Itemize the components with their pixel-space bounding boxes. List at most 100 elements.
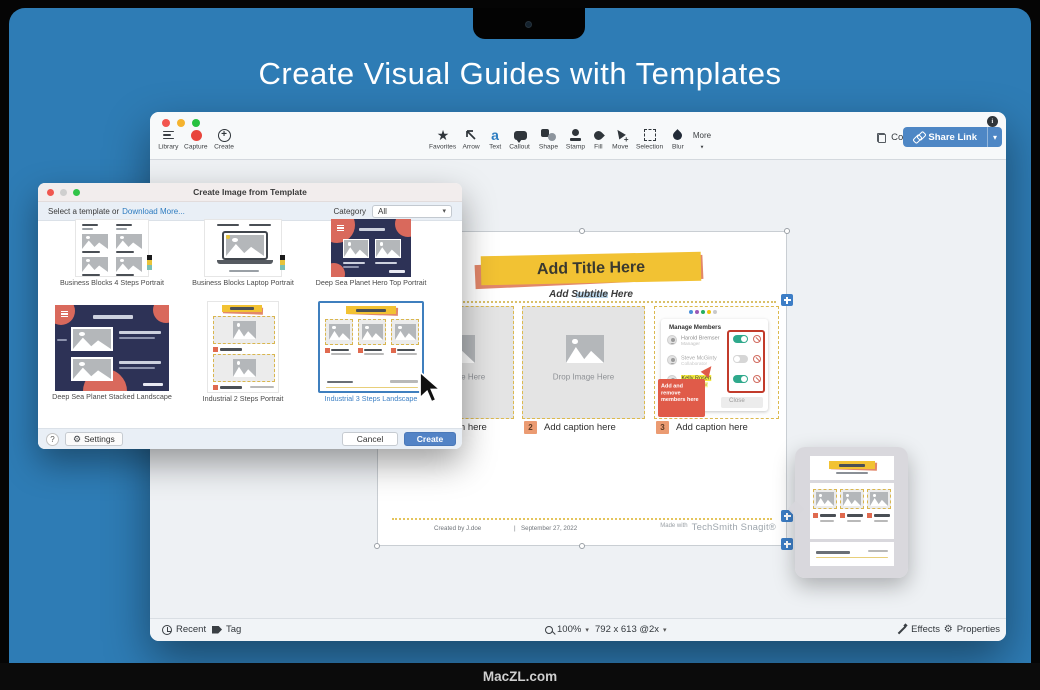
template-thumbnail[interactable] <box>331 219 411 277</box>
library-button[interactable]: Library <box>154 127 182 154</box>
more-tools-button[interactable]: More ▾ <box>688 127 716 154</box>
close-dialog-button[interactable] <box>47 189 54 196</box>
caption-3[interactable]: 3 Add caption here <box>656 421 748 434</box>
shape <box>220 348 242 351</box>
zoom-control[interactable]: 100% ▾ <box>545 624 589 635</box>
shape <box>343 266 359 268</box>
shape <box>249 224 271 226</box>
canvas-size-control[interactable]: 792 x 613 @2x ▾ <box>595 624 667 635</box>
shape <box>868 550 888 552</box>
info-button[interactable]: i <box>987 116 998 127</box>
create-confirm-button[interactable]: Create <box>404 432 456 446</box>
template-thumbnail[interactable] <box>75 219 149 277</box>
annotation-callout: Add and remove members here <box>658 379 705 417</box>
zoom-dialog-button[interactable] <box>73 189 80 196</box>
tag-icon <box>212 626 222 634</box>
create-button[interactable]: + Create <box>210 127 238 154</box>
download-more-link[interactable]: Download More... <box>122 207 185 216</box>
image-placeholder-icon <box>82 234 108 249</box>
blur-tool[interactable]: Blur <box>667 127 688 154</box>
screenshot-panel[interactable]: Manage Members Harold Bremser Manager St… <box>654 306 779 419</box>
share-link-button[interactable]: Share Link ▾ <box>903 127 1002 147</box>
avatar <box>667 355 677 365</box>
template-business-blocks-4-steps[interactable]: Business Blocks 4 Steps Portrait <box>75 219 149 277</box>
title-banner[interactable]: Add Title Here <box>481 252 702 286</box>
resize-handle[interactable] <box>784 228 790 234</box>
window-traffic-lights[interactable] <box>162 119 200 127</box>
mouse-cursor <box>417 371 443 405</box>
image-placeholder-icon <box>71 327 113 351</box>
copy-icon <box>877 133 886 143</box>
template-thumbnail[interactable] <box>204 219 282 277</box>
template-business-blocks-laptop[interactable]: Business Blocks Laptop Portrait <box>204 219 282 277</box>
shape <box>358 319 386 345</box>
template-thumbnail[interactable] <box>318 301 424 393</box>
category-select[interactable]: All ▾ <box>372 205 452 218</box>
template-thumbnail[interactable] <box>207 301 279 393</box>
close-window-button[interactable] <box>162 119 170 127</box>
selection-tool[interactable]: Selection <box>633 127 667 154</box>
effects-button[interactable]: Effects <box>896 624 940 635</box>
menu-lines-shape <box>61 311 68 318</box>
magnifier-icon <box>545 626 553 634</box>
template-industrial-2-steps[interactable]: Industrial 2 Steps Portrait <box>207 301 279 393</box>
image-placeholder-icon <box>233 321 256 339</box>
template-deep-sea-hero-top[interactable]: Deep Sea Planet Hero Top Portrait <box>331 219 411 277</box>
template-label: Deep Sea Planet Stacked Landscape <box>30 393 194 401</box>
minimize-window-button[interactable] <box>177 119 185 127</box>
step-number: 2 <box>524 421 537 434</box>
shape <box>325 348 330 353</box>
template-deep-sea-stacked[interactable]: Deep Sea Planet Stacked Landscape <box>55 305 169 391</box>
image-placeholder-icon <box>843 492 861 506</box>
image-placeholder-icon <box>71 357 113 381</box>
cancel-button[interactable]: Cancel <box>342 432 398 446</box>
shape-tool[interactable]: Shape <box>534 127 562 154</box>
preview-footer-section <box>810 542 894 566</box>
shape <box>82 251 100 253</box>
template-label: Deep Sea Planet Hero Top Portrait <box>313 279 428 287</box>
minimize-dialog-button[interactable] <box>60 189 67 196</box>
resize-handle[interactable] <box>579 228 585 234</box>
stamp-tool[interactable]: Stamp <box>562 127 589 154</box>
share-link-main[interactable]: Share Link <box>903 127 987 147</box>
resize-handle[interactable] <box>579 543 585 549</box>
help-button[interactable]: ? <box>46 433 59 446</box>
shape <box>229 270 259 272</box>
capture-button[interactable]: Capture <box>182 127 210 154</box>
move-tool[interactable]: Move <box>608 127 633 154</box>
tag-button[interactable]: Tag <box>212 624 241 635</box>
drop-zone-2[interactable]: Drop Image Here <box>522 306 645 419</box>
settings-button[interactable]: ⚙ Settings <box>65 432 123 446</box>
shape <box>116 274 134 276</box>
share-link-dropdown[interactable]: ▾ <box>987 127 1002 147</box>
dialog-traffic-lights[interactable] <box>47 189 80 196</box>
add-section-button[interactable] <box>781 294 793 306</box>
text-tool[interactable]: a Text <box>484 127 506 154</box>
shape <box>395 219 411 237</box>
created-by[interactable]: Created by J.doe | September 27, 2022 <box>434 525 611 536</box>
category-control: Category All ▾ <box>334 205 452 218</box>
chevron-down-icon: ▾ <box>663 626 667 634</box>
resize-handle[interactable] <box>374 543 380 549</box>
fill-tool[interactable]: Fill <box>589 127 608 154</box>
zoom-window-button[interactable] <box>192 119 200 127</box>
shape <box>346 306 396 314</box>
shape <box>119 361 161 364</box>
template-thumbnail[interactable] <box>55 305 169 391</box>
shape <box>331 353 351 355</box>
template-industrial-3-steps-selected[interactable]: Industrial 3 Steps Landscape <box>318 301 424 393</box>
toolbar: Library Capture + Create ★ Favorites <box>150 112 1006 160</box>
recent-button[interactable]: Recent <box>162 624 206 635</box>
add-section-button[interactable] <box>781 538 793 550</box>
canvas-title[interactable]: Add Title Here <box>537 258 646 278</box>
shape <box>331 349 349 351</box>
shape <box>820 514 836 517</box>
favorites-tool[interactable]: ★ Favorites <box>428 127 458 154</box>
preview-title-section <box>810 456 894 480</box>
shape <box>847 520 861 522</box>
step-number: 3 <box>656 421 669 434</box>
caption-2[interactable]: 2 Add caption here <box>524 421 616 434</box>
callout-tool[interactable]: Callout <box>506 127 534 154</box>
arrow-tool[interactable]: Arrow <box>458 127 484 154</box>
properties-button[interactable]: ⚙ Properties <box>944 624 1000 635</box>
